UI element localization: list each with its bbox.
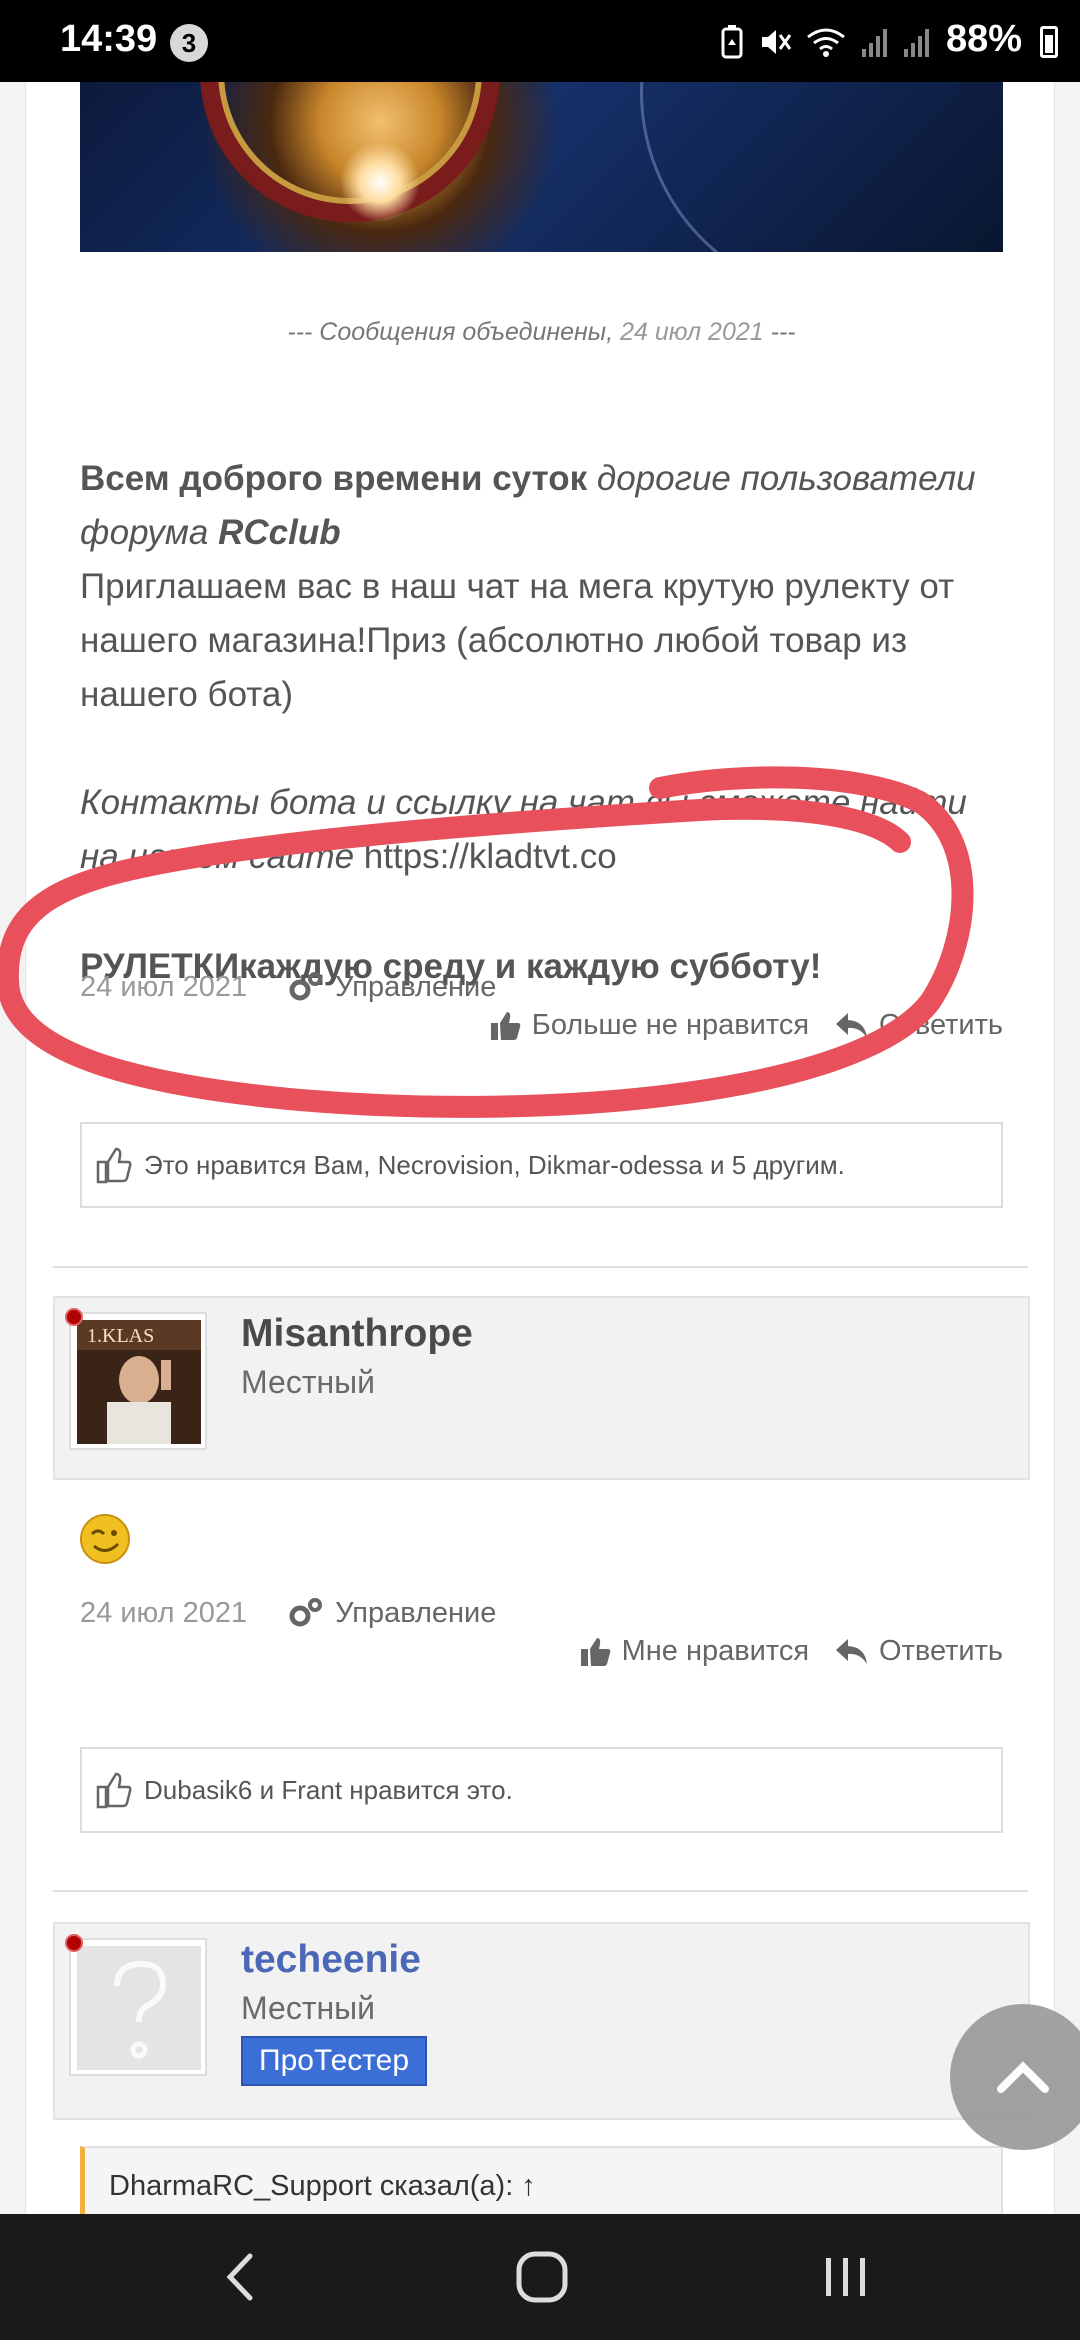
post2-like-button[interactable]: Мне нравится [580, 1635, 809, 1668]
quote-author-text: DharmaRC_Support сказал(а): ↑ [109, 2169, 536, 2202]
post1-manage-label: Управление [335, 970, 497, 1003]
merged-messages-note: --- Сообщения объединены, 24 июл 2021 --… [80, 318, 1003, 347]
mute-icon [762, 30, 792, 54]
post-contacts: Контакты бота и ссылку на чат вы сможете… [80, 776, 1010, 884]
post3-quote-header[interactable]: DharmaRC_Support сказал(а): ↑ [80, 2146, 1003, 2214]
status-bar: 14:39 3 88% [0, 0, 1080, 82]
post3-user-title: Местный [241, 1990, 376, 2026]
merged-note-suffix: --- [763, 318, 796, 346]
casino-banner-image [80, 82, 1003, 252]
merged-note-date: 24 июл 2021 [620, 318, 764, 346]
chevron-up-icon [997, 2061, 1049, 2093]
page-margin-right [1054, 82, 1080, 2214]
post-divider [53, 1890, 1028, 1892]
back-icon [226, 2253, 253, 2301]
battery-saver-icon [721, 25, 743, 59]
post3-user-badge: ПроТестер [241, 2036, 428, 2086]
invite-text: Приглашаем вас в наш чат на мега крутую … [80, 567, 955, 714]
post1-meta: 24 июл 2021 Управление [80, 970, 496, 1004]
recents-icon [826, 2258, 865, 2296]
post3-user-card: techeenie Местный ПроТестер [53, 1922, 1030, 2120]
post2-user-card: 1.KLAS Misanthrope Местный [53, 1296, 1030, 1480]
page-margin-left [0, 82, 26, 2214]
post1-likes-text[interactable]: Это нравится Вам, Necrovision, Dikmar-od… [144, 1150, 845, 1181]
online-status-dot [65, 1308, 83, 1326]
android-nav-bar [0, 2214, 1080, 2340]
reply-icon [836, 1012, 868, 1038]
post-greeting: Всем доброго времени суток дорогие польз… [80, 452, 1010, 722]
thumbs-up-icon [580, 1637, 610, 1666]
avatar-caption: 1.KLAS [87, 1325, 154, 1347]
thumbs-up-icon [490, 1011, 521, 1040]
site-link[interactable]: https://kladtvt.co [364, 837, 617, 876]
post2-reply-button[interactable]: Ответить [835, 1635, 1003, 1668]
wifi-icon [807, 28, 845, 57]
signal-icon-2 [904, 29, 929, 57]
home-icon [516, 2251, 568, 2303]
post2-actions: Мне нравится Ответить [554, 1635, 1003, 1668]
post1-actions: Больше не нравится Ответить [464, 1009, 1003, 1042]
status-icons [720, 20, 930, 64]
scroll-to-top-button[interactable] [950, 2004, 1080, 2150]
online-status-dot [65, 1934, 83, 1952]
post2-likes-summary: Dubasik6 и Frant нравится это. [80, 1747, 1003, 1833]
recents-button[interactable] [806, 2244, 886, 2310]
post3-username[interactable]: techeenie [241, 1938, 421, 1982]
post1-unlike-button[interactable]: Больше не нравится [490, 1009, 809, 1042]
like-outline-icon [96, 1772, 132, 1809]
post2-manage-label: Управление [335, 1596, 497, 1629]
post1-reply-label: Ответить [879, 1009, 1003, 1041]
post1-likes-summary: Это нравится Вам, Necrovision, Dikmar-od… [80, 1122, 1003, 1208]
post2-username[interactable]: Misanthrope [241, 1312, 473, 1356]
post2-avatar[interactable]: 1.KLAS [69, 1312, 207, 1450]
battery-percent: 88% [945, 18, 1022, 60]
home-button[interactable] [502, 2244, 582, 2310]
merged-note-prefix: --- Сообщения объединены, [287, 318, 621, 346]
forum-name: RCclub [218, 513, 341, 552]
greeting-bold: Всем доброго времени суток [80, 459, 588, 498]
post1-date[interactable]: 24 июл 2021 [80, 971, 247, 1004]
post-divider [53, 1266, 1028, 1268]
back-button[interactable] [200, 2244, 280, 2310]
post2-likes-text[interactable]: Dubasik6 и Frant нравится это. [144, 1775, 513, 1806]
like-outline-icon [96, 1147, 132, 1184]
notification-count-badge: 3 [170, 24, 208, 62]
post1-unlike-label: Больше не нравится [531, 1009, 810, 1041]
forum-thread-page[interactable]: --- Сообщения объединены, 24 июл 2021 --… [0, 82, 1080, 2214]
post3-avatar[interactable] [69, 1938, 207, 2076]
smiley-wink-icon [80, 1514, 130, 1564]
post2-like-label: Мне нравится [621, 1635, 810, 1667]
status-time: 14:39 [60, 18, 158, 60]
signal-icon-1 [862, 29, 887, 57]
gear-icon [289, 972, 323, 1001]
post2-date[interactable]: 24 июл 2021 [80, 1597, 247, 1630]
post2-reply-label: Ответить [879, 1635, 1003, 1667]
post2-user-title: Местный [241, 1364, 376, 1400]
default-avatar-icon [77, 1946, 201, 2070]
post2-meta: 24 июл 2021 Управление [80, 1596, 496, 1630]
gear-icon [289, 1598, 323, 1627]
reply-icon [836, 1638, 868, 1664]
avatar-image: 1.KLAS [77, 1320, 201, 1444]
banner-glow [340, 142, 420, 222]
battery-icon [1040, 26, 1058, 58]
post1-reply-button[interactable]: Ответить [835, 1009, 1003, 1042]
post2-manage-button[interactable]: Управление [287, 1596, 496, 1630]
post1-manage-button[interactable]: Управление [287, 970, 496, 1004]
banner-arc [640, 82, 1003, 252]
